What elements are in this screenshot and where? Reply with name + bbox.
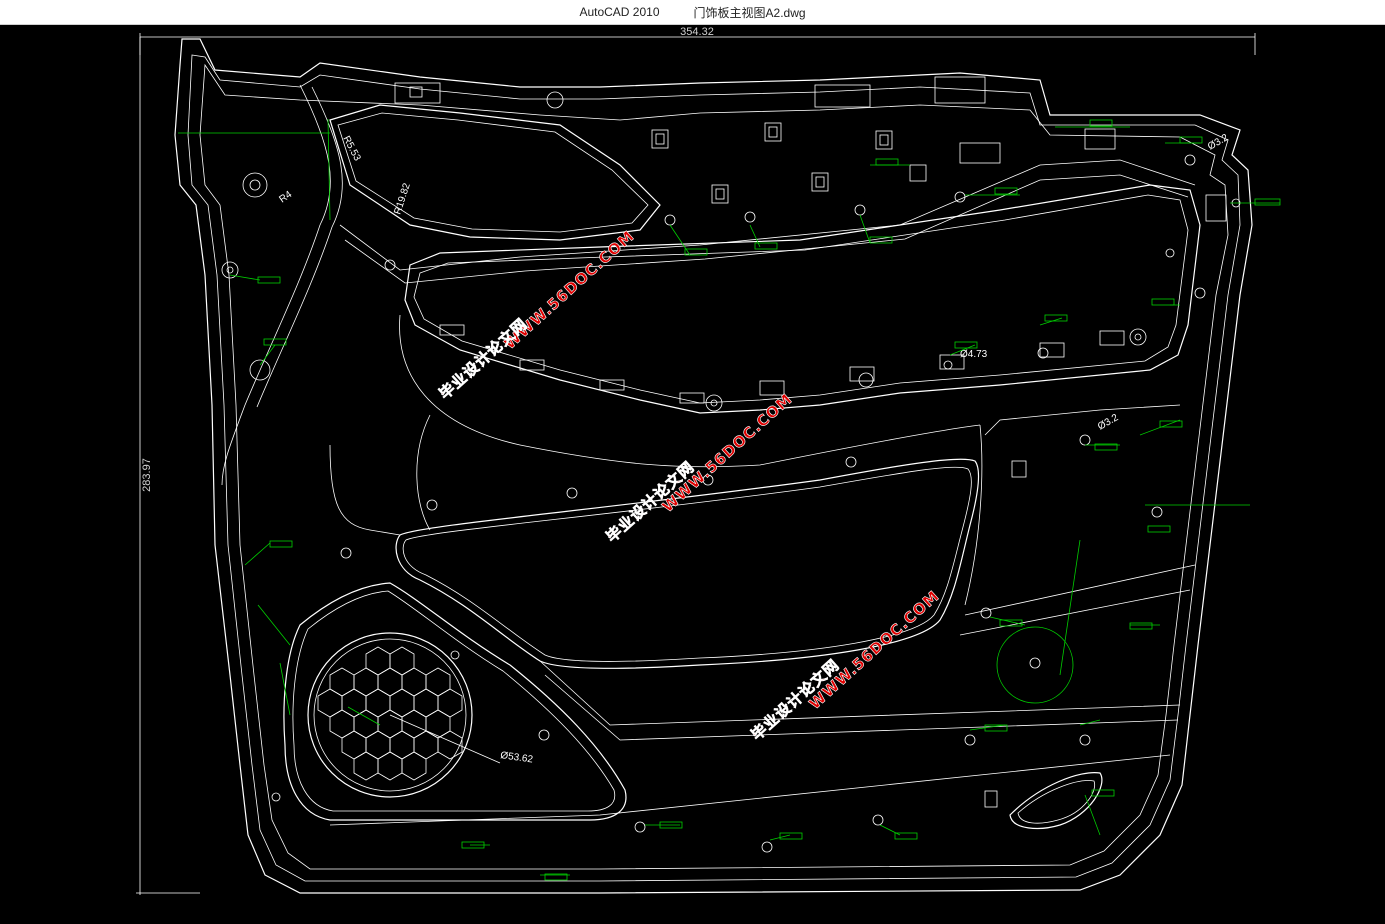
annotation-leaders [178, 118, 1280, 876]
overall-dimensions: 354.32 283.97 [136, 26, 1256, 895]
autocad-window: AutoCAD 2010 门饰板主视图A2.dwg 354.32 283.97 [0, 0, 1385, 924]
radius-r19: R19.82 [392, 181, 413, 215]
upper-pocket [221, 84, 1196, 486]
title-bar: AutoCAD 2010 门饰板主视图A2.dwg [0, 0, 1385, 25]
file-name: 门饰板主视图A2.dwg [693, 5, 806, 20]
drawing-canvas[interactable]: 354.32 283.97 Ø53.62 R5.53 R19.82 R4 Ø3.… [0, 25, 1385, 924]
dia-right-top: Ø3.2 [1206, 132, 1231, 153]
dia-right-mid: Ø3.2 [1096, 412, 1121, 433]
watermark-site-1: 毕业设计论文网 [436, 315, 531, 403]
width-dimension: 354.32 [680, 26, 714, 38]
radius-r5: R5.53 [340, 134, 362, 163]
watermark-url-3: WWW.56DOC.COM [806, 587, 943, 713]
height-dimension: 283.97 [141, 458, 153, 492]
door-pocket [329, 404, 1196, 669]
dia-mid: Ø4.73 [960, 349, 988, 360]
app-name: AutoCAD 2010 [579, 5, 660, 19]
speaker-diameter: Ø53.62 [500, 750, 534, 766]
radius-r4: R4 [277, 189, 294, 206]
annotation-tags [257, 119, 1281, 881]
